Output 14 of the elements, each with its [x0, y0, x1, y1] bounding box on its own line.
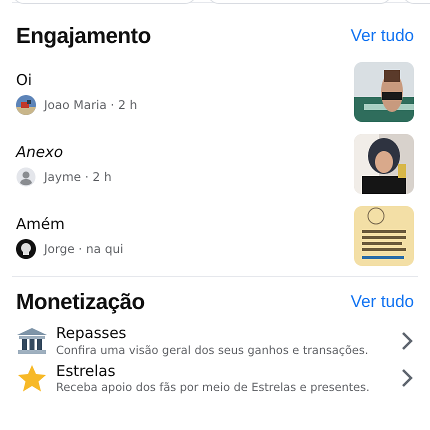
item-description: Confira uma visão geral dos seus ganhos e transações. [56, 344, 370, 358]
section-title: Monetização [16, 288, 145, 316]
see-all-link[interactable]: Ver tudo [350, 22, 414, 48]
section-title: Engajamento [16, 22, 151, 50]
post-meta: Jorge · na qui [44, 241, 124, 258]
item-title[interactable]: Estrelas [56, 362, 392, 382]
post-title[interactable]: Oi [16, 68, 138, 92]
post-meta: Jayme · 2 h [44, 169, 112, 186]
post-meta: Joao Maria · 2 h [44, 97, 138, 114]
see-all-link[interactable]: Ver tudo [350, 288, 414, 314]
item-title[interactable]: Repasses [56, 324, 392, 344]
post-title[interactable]: Anexo [16, 140, 112, 164]
post-title[interactable]: Amém [16, 212, 124, 236]
item-description: Receba apoio dos fãs por meio de Estrelas e presentes. [56, 381, 371, 396]
